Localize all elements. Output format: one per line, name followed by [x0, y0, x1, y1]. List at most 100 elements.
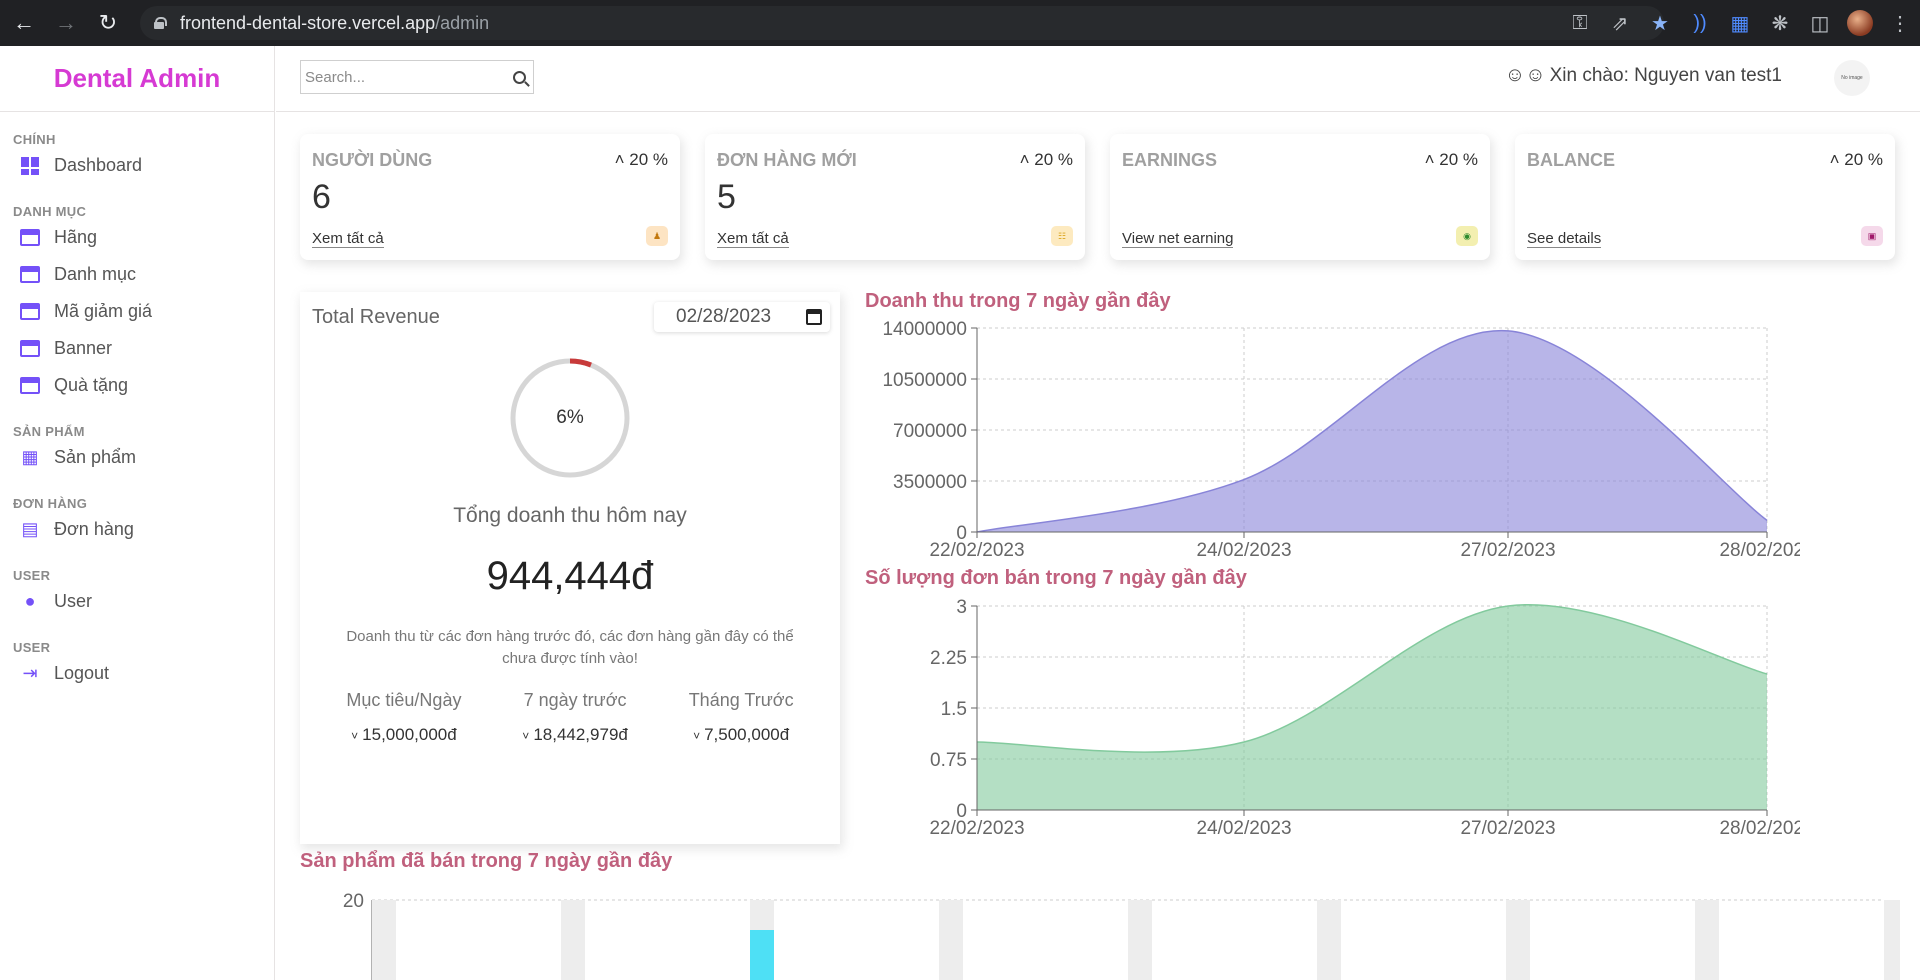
- x-tick-label: 28/02/2023: [1719, 818, 1800, 838]
- stat-label: 7 ngày trước: [523, 690, 627, 710]
- back-arrow-icon[interactable]: ←: [6, 5, 42, 41]
- sidebar-item-logout[interactable]: ⇥ Logout: [0, 655, 274, 692]
- share-icon[interactable]: ⇗: [1600, 11, 1640, 36]
- reload-icon[interactable]: ↻: [90, 5, 126, 41]
- bookmark-star-icon[interactable]: ★: [1640, 11, 1680, 36]
- store-icon: [20, 302, 40, 322]
- y-tick-label: 3: [956, 597, 967, 618]
- lock-icon[interactable]: [154, 17, 167, 29]
- bar-background: [372, 900, 396, 980]
- sidebar-item-hãng[interactable]: Hãng: [0, 219, 274, 256]
- stat-label: Tháng Trước: [688, 690, 794, 710]
- products-bar-chart: 20: [343, 891, 1900, 980]
- bar-background: [561, 900, 585, 980]
- chevron-up-icon: ˄: [1424, 150, 1440, 169]
- chevron-down-icon: ˅: [351, 729, 359, 743]
- x-tick-label: 28/02/2023: [1719, 540, 1800, 560]
- x-tick-label: 24/02/2023: [1196, 818, 1291, 838]
- sidebar-section-title: USER: [13, 640, 51, 655]
- key-icon[interactable]: ⚿: [1560, 12, 1600, 35]
- y-tick-label: 3500000: [893, 472, 967, 493]
- search-input[interactable]: [305, 68, 505, 86]
- sidebar-section-title: ĐƠN HÀNG: [13, 496, 88, 511]
- greeting: ☺☺ Xin chào: Nguyen van test1: [1505, 64, 1782, 87]
- money-icon: ◉: [1456, 226, 1478, 246]
- widget-link[interactable]: Xem tất cả: [717, 230, 789, 248]
- calendar-icon[interactable]: [806, 309, 822, 325]
- store-icon: [20, 339, 40, 359]
- browser-toolbar: ← → ↻ frontend-dental-store.vercel.app/a…: [0, 0, 1920, 46]
- date-input[interactable]: 02/28/2023: [654, 302, 830, 332]
- order-icon: ▤: [21, 519, 39, 539]
- sidebar: Dental Admin CHÍNH Dashboard DANH MỤC Hãng D…: [0, 46, 275, 980]
- sidebar-item-label: User: [54, 591, 93, 611]
- revenue-subtitle: Tổng doanh thu hôm nay: [453, 504, 687, 527]
- menu-kebab-icon[interactable]: ⋮: [1880, 11, 1920, 36]
- address-bar[interactable]: frontend-dental-store.vercel.app/admin: [140, 6, 1664, 40]
- sidebar-item-dashboard[interactable]: Dashboard: [0, 147, 274, 184]
- date-value[interactable]: 02/28/2023: [676, 306, 771, 328]
- sidebar-item-danh-mục[interactable]: Danh mục: [0, 256, 274, 293]
- widget-link[interactable]: Xem tất cả: [312, 230, 384, 248]
- widget-percentage: ˄ 20 %: [1020, 150, 1073, 170]
- revenue-area-chart: 035000007000000105000001400000022/02/202…: [882, 319, 1800, 560]
- widget-percentage-value: 20 %: [629, 150, 668, 169]
- store-icon: [20, 265, 40, 285]
- widget-percentage-value: 20 %: [1844, 150, 1883, 169]
- logo[interactable]: Dental Admin: [54, 63, 221, 94]
- sidebar-item-label: Banner: [54, 338, 113, 358]
- sidebar-item-quà-tặng[interactable]: Quà tặng: [0, 367, 274, 404]
- bar-background: [1884, 900, 1900, 980]
- x-tick-label: 27/02/2023: [1460, 540, 1555, 560]
- orders-area-chart: 00.751.52.25322/02/2023 24/02/2023 27/02/2…: [929, 597, 1800, 838]
- products-chart-title: Sản phẩm đã bán trong 7 ngày gần đây: [300, 850, 673, 872]
- cart-icon: ☷: [1051, 226, 1073, 246]
- widget-link[interactable]: View net earning: [1122, 230, 1234, 248]
- profile-avatar[interactable]: [1847, 10, 1873, 36]
- wallet-icon: ▣: [1861, 226, 1883, 246]
- stat-value: ˅ 15,000,000đ: [346, 725, 461, 745]
- y-tick-label: 10500000: [882, 370, 967, 391]
- widget-2: ĐƠN HÀNG MỚI ˄ 20 % 5 Xem tất cả ☷: [705, 134, 1085, 260]
- side-panel-icon[interactable]: ◫: [1800, 11, 1840, 36]
- search-box: [300, 60, 534, 94]
- sidebar-item-label: Mã giảm giá: [54, 301, 153, 321]
- dashboard-icon: [20, 156, 40, 176]
- widget-percentage-value: 20 %: [1439, 150, 1478, 169]
- sidebar-item-sản-phẩm[interactable]: ▦ Sản phẩm: [0, 439, 274, 476]
- chevron-down-icon: ˅: [693, 729, 701, 743]
- extension-wave-icon[interactable]: )): [1680, 12, 1720, 35]
- widget-percentage: ˄ 20 %: [1830, 150, 1883, 170]
- sidebar-item-label: Logout: [54, 663, 110, 683]
- sidebar-item-label: Sản phẩm: [54, 447, 137, 467]
- widget-link[interactable]: See details: [1527, 230, 1602, 248]
- widget-3: EARNINGS ˄ 20 % View net earning ◉: [1110, 134, 1490, 260]
- sidebar-item-mã-giảm-giá[interactable]: Mã giảm giá: [0, 293, 274, 330]
- widget-4: BALANCE ˄ 20 % See details ▣: [1515, 134, 1895, 260]
- add-business-icon: ▦: [21, 447, 39, 467]
- chevron-up-icon: ˄: [1019, 150, 1035, 169]
- y-tick-label: 20: [343, 891, 364, 912]
- chevron-up-icon: ˄: [614, 150, 630, 169]
- y-tick-label: 14000000: [882, 319, 967, 340]
- widget-percentage: ˄ 20 %: [1425, 150, 1478, 170]
- extensions-puzzle-icon[interactable]: ❋: [1760, 11, 1800, 36]
- sidebar-item-đơn-hàng[interactable]: ▤ Đơn hàng: [0, 511, 274, 548]
- search-icon[interactable]: [513, 70, 526, 84]
- sidebar-section-title: SẢN PHẨM: [13, 424, 85, 439]
- url-text[interactable]: frontend-dental-store.vercel.app/admin: [180, 13, 489, 34]
- revenue-title: Total Revenue: [312, 306, 440, 328]
- bar[interactable]: [750, 930, 774, 980]
- avatar[interactable]: No image: [1834, 60, 1870, 96]
- forward-arrow-icon[interactable]: →: [48, 5, 84, 41]
- sidebar-item-user[interactable]: ● User: [0, 583, 274, 620]
- revenue-stat: Tháng Trước ˅ 7,500,000đ: [689, 690, 794, 745]
- translate-icon[interactable]: ▦: [1720, 11, 1760, 36]
- progress-label: 6%: [556, 407, 584, 428]
- logout-icon: ⇥: [22, 663, 38, 683]
- y-tick-label: 7000000: [893, 421, 967, 442]
- sidebar-item-label: Danh mục: [54, 264, 137, 284]
- sidebar-section-title: CHÍNH: [13, 132, 56, 147]
- sidebar-item-banner[interactable]: Banner: [0, 330, 274, 367]
- store-icon: [20, 228, 40, 248]
